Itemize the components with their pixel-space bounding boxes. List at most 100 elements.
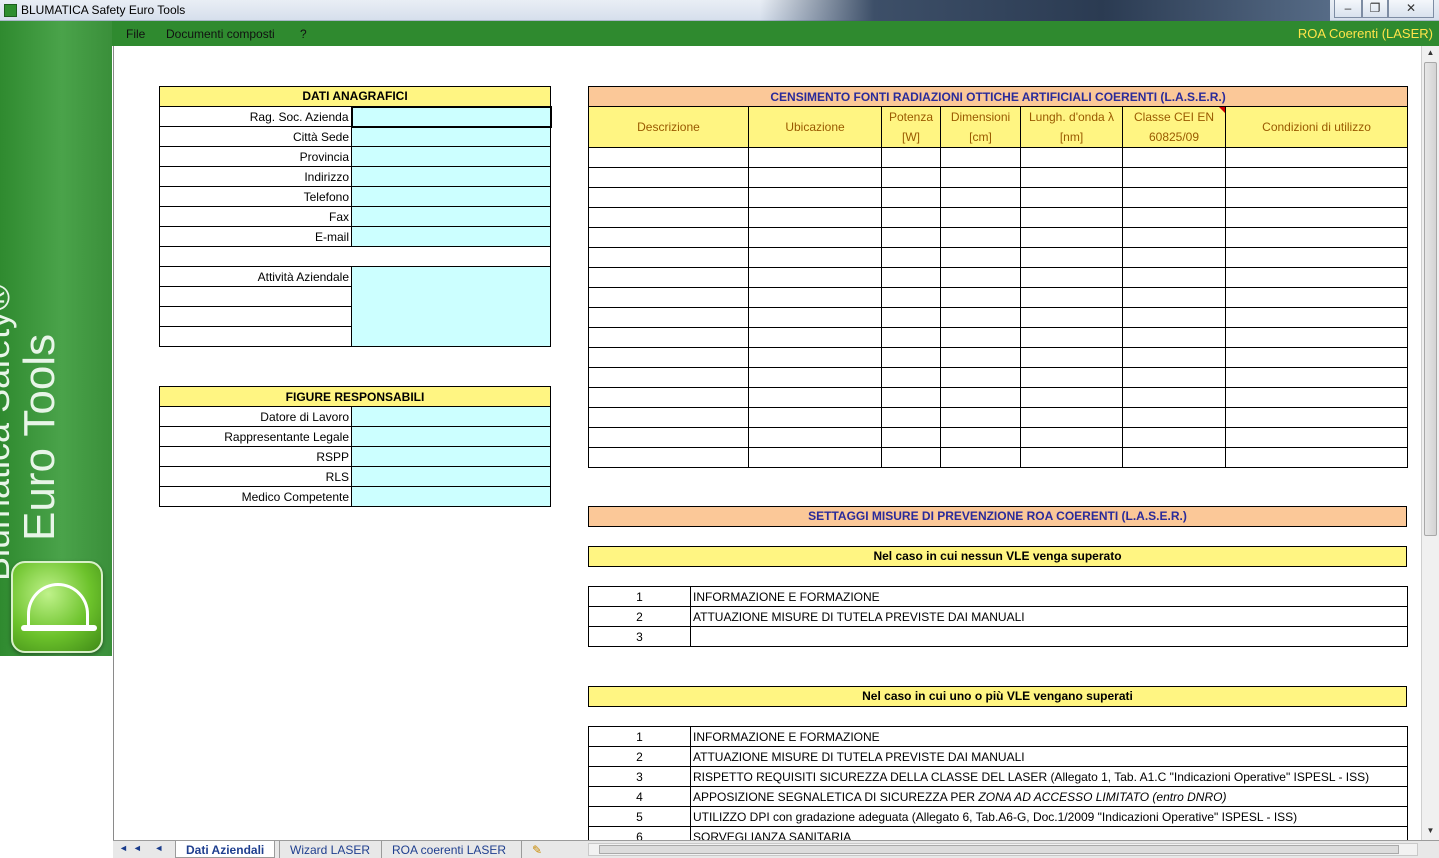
censimento-cell[interactable] <box>1224 147 1409 168</box>
menu-file[interactable]: File <box>126 27 145 41</box>
censimento-cell[interactable] <box>881 407 941 428</box>
censimento-cell[interactable] <box>1020 447 1123 468</box>
scroll-up-icon[interactable]: ▲ <box>1424 48 1437 60</box>
censimento-cell[interactable] <box>1122 147 1226 168</box>
censimento-cell[interactable] <box>940 227 1021 248</box>
censimento-cell[interactable] <box>1122 367 1226 388</box>
censimento-cell[interactable] <box>1122 267 1226 288</box>
censimento-cell[interactable] <box>1224 407 1409 428</box>
censimento-cell[interactable] <box>588 287 749 308</box>
censimento-cell[interactable] <box>940 147 1021 168</box>
censimento-cell[interactable] <box>940 407 1021 428</box>
censimento-cell[interactable] <box>881 227 941 248</box>
censimento-cell[interactable] <box>748 367 882 388</box>
censimento-cell[interactable] <box>881 347 941 368</box>
censimento-cell[interactable] <box>1224 367 1409 388</box>
censimento-cell[interactable] <box>588 327 749 348</box>
censimento-cell[interactable] <box>881 387 941 408</box>
censimento-cell[interactable] <box>748 147 882 168</box>
vertical-scrollbar[interactable]: ▲ ▼ <box>1421 46 1439 840</box>
censimento-cell[interactable] <box>588 247 749 268</box>
datore-input[interactable] <box>351 406 551 427</box>
censimento-cell[interactable] <box>588 367 749 388</box>
censimento-cell[interactable] <box>748 347 882 368</box>
censimento-cell[interactable] <box>1122 207 1226 228</box>
censimento-cell[interactable] <box>1020 347 1123 368</box>
censimento-cell[interactable] <box>588 447 749 468</box>
rls-input[interactable] <box>351 466 551 487</box>
censimento-cell[interactable] <box>881 327 941 348</box>
censimento-cell[interactable] <box>881 307 941 328</box>
censimento-cell[interactable] <box>1020 307 1123 328</box>
censimento-cell[interactable] <box>1020 227 1123 248</box>
censimento-cell[interactable] <box>881 147 941 168</box>
censimento-cell[interactable] <box>1020 427 1123 448</box>
censimento-cell[interactable] <box>588 347 749 368</box>
censimento-cell[interactable] <box>1224 227 1409 248</box>
censimento-cell[interactable] <box>1122 187 1226 208</box>
censimento-cell[interactable] <box>748 307 882 328</box>
measure-text[interactable]: RISPETTO REQUISITI SICUREZZA DELLA CLASS… <box>690 766 1408 787</box>
censimento-cell[interactable] <box>748 407 882 428</box>
censimento-cell[interactable] <box>1224 167 1409 188</box>
censimento-cell[interactable] <box>1224 347 1409 368</box>
censimento-cell[interactable] <box>940 187 1021 208</box>
restore-button[interactable]: ❐ <box>1362 0 1388 18</box>
censimento-cell[interactable] <box>748 387 882 408</box>
scroll-thumb[interactable] <box>1424 62 1437 536</box>
close-button[interactable]: ✕ <box>1388 0 1434 18</box>
attivita-aziendale-input[interactable] <box>350 266 552 347</box>
scroll-down-icon[interactable]: ▼ <box>1424 826 1437 838</box>
censimento-cell[interactable] <box>1122 167 1226 188</box>
censimento-cell[interactable] <box>748 187 882 208</box>
worksheet[interactable]: DATI ANAGRAFICI Rag. Soc. Azienda Città … <box>113 46 1421 840</box>
censimento-cell[interactable] <box>940 267 1021 288</box>
censimento-cell[interactable] <box>1224 327 1409 348</box>
censimento-cell[interactable] <box>748 227 882 248</box>
measure-text[interactable]: UTILIZZO DPI con gradazione adeguata (Al… <box>690 806 1408 827</box>
censimento-cell[interactable] <box>1020 167 1123 188</box>
censimento-cell[interactable] <box>588 227 749 248</box>
censimento-cell[interactable] <box>1224 267 1409 288</box>
horizontal-scrollbar[interactable] <box>588 843 1418 856</box>
provincia-input[interactable] <box>350 146 552 167</box>
censimento-cell[interactable] <box>940 427 1021 448</box>
censimento-cell[interactable] <box>1224 287 1409 308</box>
censimento-cell[interactable] <box>940 367 1021 388</box>
censimento-cell[interactable] <box>1122 347 1226 368</box>
censimento-cell[interactable] <box>1020 287 1123 308</box>
censimento-cell[interactable] <box>881 287 941 308</box>
censimento-cell[interactable] <box>881 187 941 208</box>
censimento-cell[interactable] <box>1224 187 1409 208</box>
censimento-cell[interactable] <box>1224 427 1409 448</box>
censimento-cell[interactable] <box>588 167 749 188</box>
censimento-cell[interactable] <box>940 207 1021 228</box>
censimento-cell[interactable] <box>588 307 749 328</box>
censimento-cell[interactable] <box>1122 287 1226 308</box>
censimento-cell[interactable] <box>1020 147 1123 168</box>
censimento-cell[interactable] <box>1020 407 1123 428</box>
censimento-cell[interactable] <box>940 447 1021 468</box>
citta-sede-input[interactable] <box>350 126 552 147</box>
censimento-cell[interactable] <box>881 167 941 188</box>
censimento-cell[interactable] <box>881 207 941 228</box>
censimento-cell[interactable] <box>1224 307 1409 328</box>
rag-soc-input[interactable] <box>350 105 552 128</box>
censimento-cell[interactable] <box>940 387 1021 408</box>
fax-input[interactable] <box>350 206 552 227</box>
measure-text[interactable]: INFORMAZIONE E FORMAZIONE <box>690 726 1408 747</box>
censimento-cell[interactable] <box>1224 207 1409 228</box>
censimento-cell[interactable] <box>748 447 882 468</box>
censimento-cell[interactable] <box>1020 327 1123 348</box>
censimento-cell[interactable] <box>1122 307 1226 328</box>
censimento-cell[interactable] <box>748 247 882 268</box>
telefono-input[interactable] <box>350 186 552 207</box>
censimento-cell[interactable] <box>1020 387 1123 408</box>
censimento-cell[interactable] <box>940 347 1021 368</box>
medico-input[interactable] <box>351 486 551 507</box>
censimento-cell[interactable] <box>1122 427 1226 448</box>
censimento-cell[interactable] <box>881 447 941 468</box>
censimento-cell[interactable] <box>1224 447 1409 468</box>
measure-text[interactable]: ATTUAZIONE MISURE DI TUTELA PREVISTE DAI… <box>690 746 1408 767</box>
new-sheet-icon[interactable]: ✎ <box>521 841 552 858</box>
